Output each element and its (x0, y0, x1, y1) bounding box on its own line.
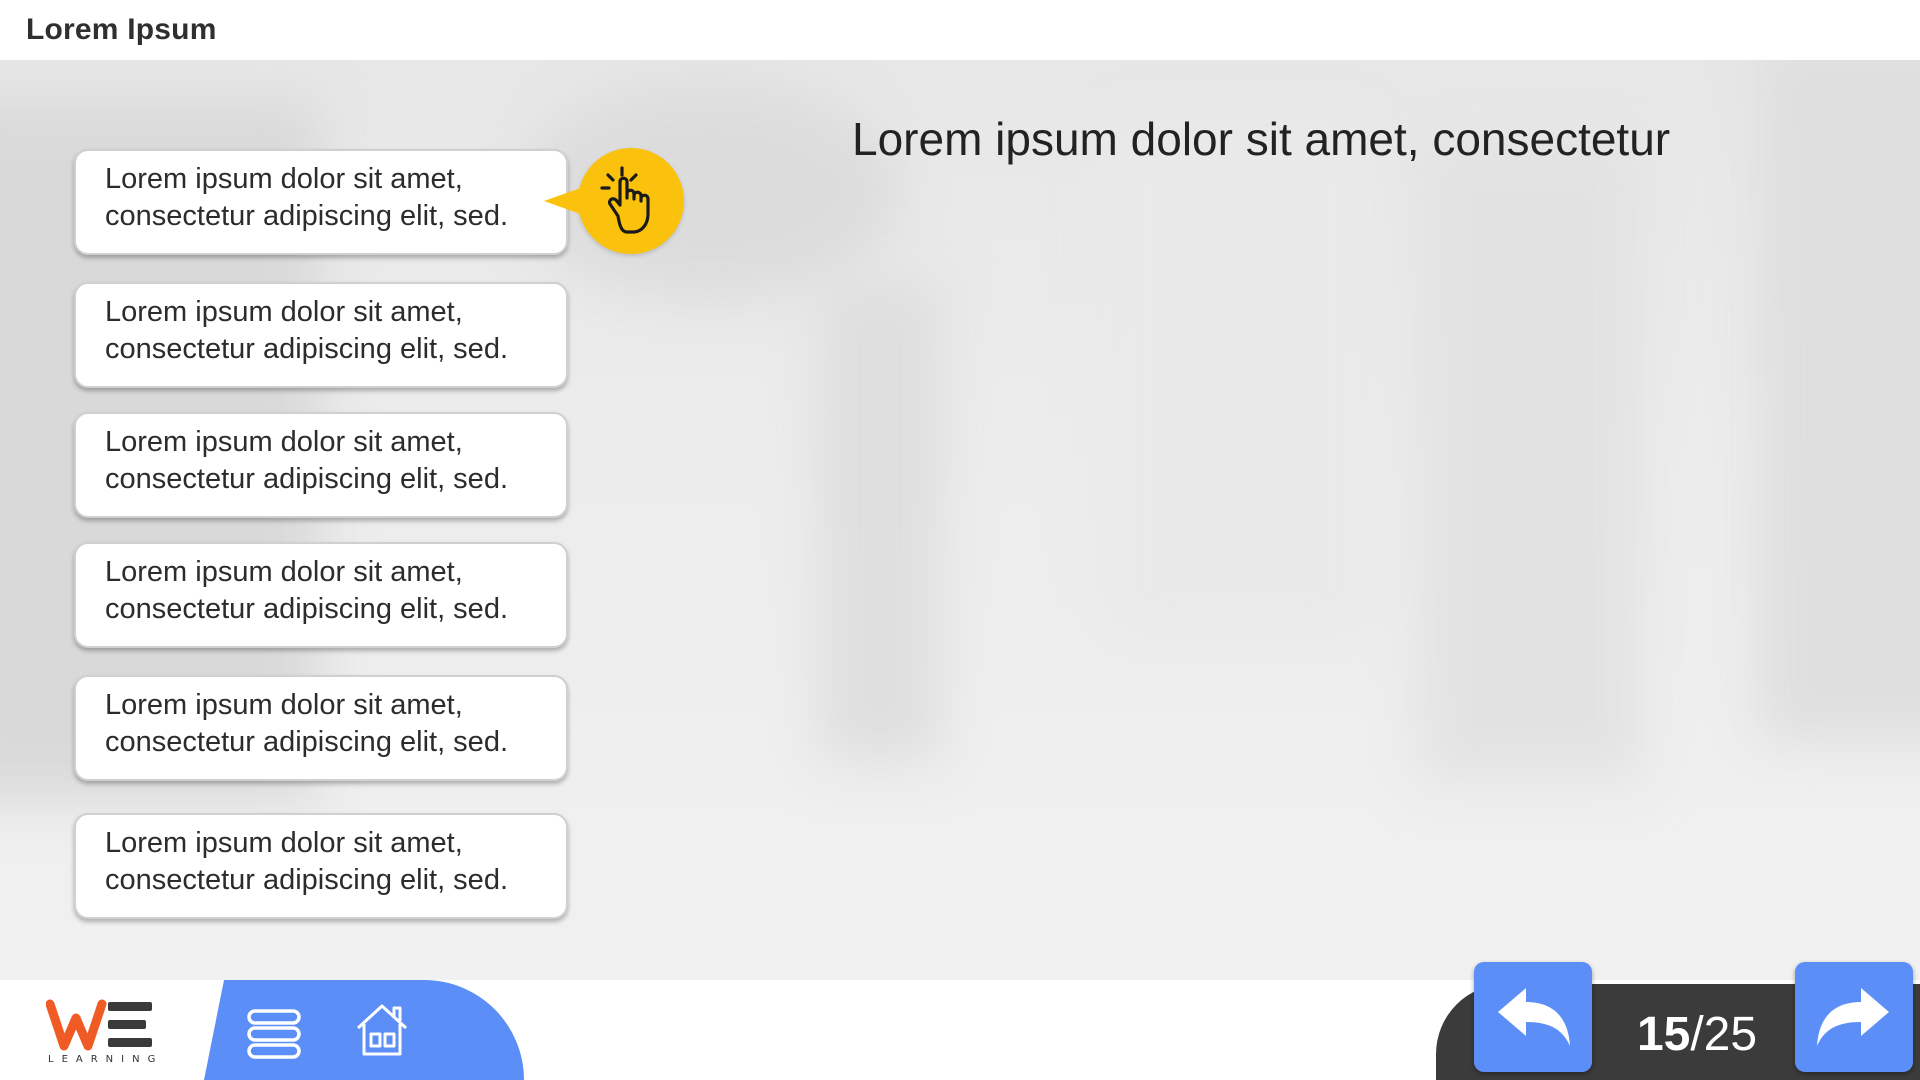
page-indicator: 15/25 (1622, 1005, 1772, 1065)
background-blur (1100, 120, 1380, 640)
home-icon (356, 1004, 408, 1056)
logo-text: LEARNING (48, 1054, 164, 1065)
option-card[interactable]: Lorem ipsum dolor sit amet, consectetur … (74, 542, 568, 648)
app-title: Lorem Ipsum (26, 13, 217, 46)
background-blur (1420, 140, 1640, 780)
page-separator: / (1690, 1008, 1704, 1061)
option-card[interactable]: Lorem ipsum dolor sit amet, consectetur … (74, 813, 568, 919)
option-text-line1: Lorem ipsum dolor sit amet, (105, 163, 463, 195)
option-text-line1: Lorem ipsum dolor sit amet, (105, 689, 463, 721)
next-arrow-icon (1817, 988, 1889, 1046)
option-text-line2: consectetur adipiscing elit, sed. (105, 463, 508, 495)
option-text-line1: Lorem ipsum dolor sit amet, (105, 296, 463, 328)
option-text-line1: Lorem ipsum dolor sit amet, (105, 556, 463, 588)
next-button[interactable] (1795, 962, 1913, 1072)
top-bar: Lorem Ipsum (0, 0, 1920, 60)
option-card[interactable]: Lorem ipsum dolor sit amet, consectetur … (74, 282, 568, 388)
back-arrow-icon (1498, 988, 1570, 1046)
option-text-line2: consectetur adipiscing elit, sed. (105, 593, 508, 625)
we-logo-mark (46, 999, 152, 1051)
home-button[interactable] (354, 1002, 410, 1063)
option-card[interactable]: Lorem ipsum dolor sit amet, consectetur … (74, 675, 568, 781)
option-text-line1: Lorem ipsum dolor sit amet, (105, 827, 463, 859)
option-text-line2: consectetur adipiscing elit, sed. (105, 726, 508, 758)
click-hint-bubble (544, 148, 684, 254)
option-text-line2: consectetur adipiscing elit, sed. (105, 333, 508, 365)
back-button[interactable] (1474, 962, 1592, 1072)
page-current: 15 (1636, 1008, 1691, 1061)
option-card[interactable]: Lorem ipsum dolor sit amet, consectetur … (74, 149, 568, 255)
background-blur (820, 280, 940, 760)
option-card[interactable]: Lorem ipsum dolor sit amet, consectetur … (74, 412, 568, 518)
slide-heading: Lorem ipsum dolor sit amet, consectetur (852, 113, 1671, 165)
brand-logo (0, 980, 210, 1080)
menu-button[interactable] (246, 1008, 302, 1065)
option-text-line2: consectetur adipiscing elit, sed. (105, 864, 508, 896)
menu-icon (247, 1009, 301, 1059)
tap-hand-icon (600, 166, 650, 234)
background-blur (1760, 60, 1920, 740)
option-text-line1: Lorem ipsum dolor sit amet, (105, 426, 463, 458)
option-text-line2: consectetur adipiscing elit, sed. (105, 200, 508, 232)
page-total: 25 (1703, 1008, 1758, 1061)
